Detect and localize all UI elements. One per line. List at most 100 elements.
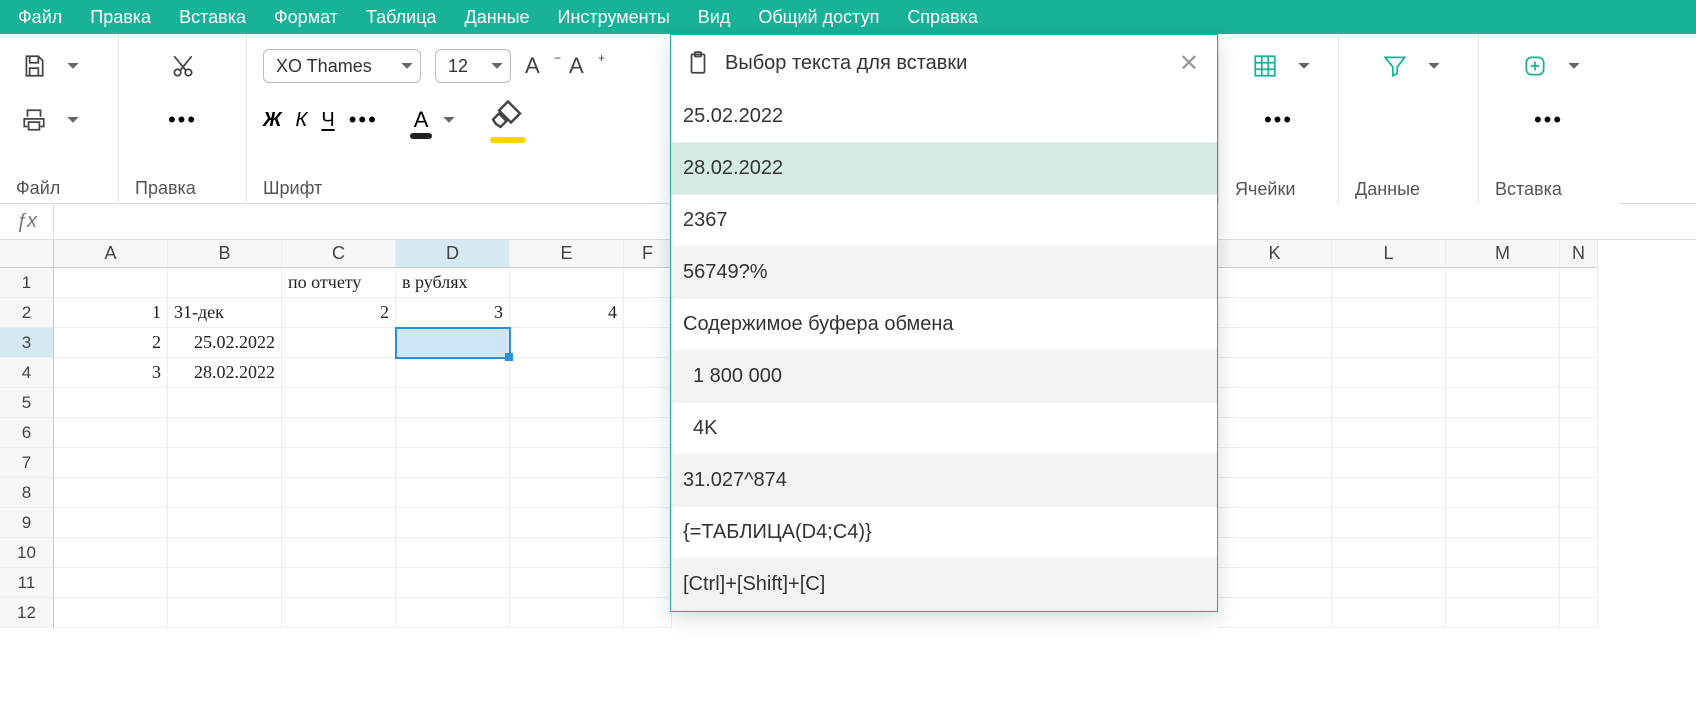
- font-color-dropdown[interactable]: [442, 113, 456, 127]
- cell-L2[interactable]: [1332, 298, 1446, 328]
- cell-L1[interactable]: [1332, 268, 1446, 298]
- font-decrease-button[interactable]: A: [525, 53, 555, 79]
- cell-D10[interactable]: [396, 538, 510, 568]
- print-button[interactable]: [16, 102, 52, 138]
- italic-button[interactable]: К: [296, 109, 308, 132]
- fx-icon[interactable]: ƒx: [0, 204, 54, 239]
- cell-N9[interactable]: [1560, 508, 1598, 538]
- cell-L6[interactable]: [1332, 418, 1446, 448]
- col-header-B[interactable]: B: [168, 240, 282, 268]
- save-button[interactable]: [16, 48, 52, 84]
- cell-K12[interactable]: [1218, 598, 1332, 628]
- cell-M11[interactable]: [1446, 568, 1560, 598]
- cell-B6[interactable]: [168, 418, 282, 448]
- cell-N4[interactable]: [1560, 358, 1598, 388]
- cell-K2[interactable]: [1218, 298, 1332, 328]
- cell-F10[interactable]: [624, 538, 672, 568]
- cell-D1[interactable]: в рублях: [396, 268, 510, 298]
- cell-L9[interactable]: [1332, 508, 1446, 538]
- cell-N5[interactable]: [1560, 388, 1598, 418]
- cell-E10[interactable]: [510, 538, 624, 568]
- cell-L7[interactable]: [1332, 448, 1446, 478]
- paste-item-1[interactable]: 28.02.2022: [671, 143, 1217, 195]
- cell-D12[interactable]: [396, 598, 510, 628]
- paste-item-9[interactable]: [Ctrl]+[Shift]+[C]: [671, 559, 1217, 611]
- insert-more-button[interactable]: •••: [1534, 107, 1563, 133]
- cell-K9[interactable]: [1218, 508, 1332, 538]
- print-dropdown[interactable]: [66, 113, 80, 127]
- cell-M5[interactable]: [1446, 388, 1560, 418]
- cell-D3[interactable]: [396, 328, 510, 358]
- cells-more-button[interactable]: •••: [1264, 107, 1293, 133]
- cell-B9[interactable]: [168, 508, 282, 538]
- cell-A4[interactable]: 3: [54, 358, 168, 388]
- cell-E9[interactable]: [510, 508, 624, 538]
- cell-L4[interactable]: [1332, 358, 1446, 388]
- cut-button[interactable]: [165, 48, 201, 84]
- cell-M9[interactable]: [1446, 508, 1560, 538]
- cell-C3[interactable]: [282, 328, 396, 358]
- menu-format[interactable]: Формат: [260, 1, 352, 34]
- cell-N2[interactable]: [1560, 298, 1598, 328]
- cell-B12[interactable]: [168, 598, 282, 628]
- cell-A3[interactable]: 2: [54, 328, 168, 358]
- font-increase-button[interactable]: A: [569, 53, 599, 79]
- cell-L10[interactable]: [1332, 538, 1446, 568]
- save-dropdown[interactable]: [66, 59, 80, 73]
- paste-item-2[interactable]: 2367: [671, 195, 1217, 247]
- cell-N3[interactable]: [1560, 328, 1598, 358]
- cell-E5[interactable]: [510, 388, 624, 418]
- col-header-F[interactable]: F: [624, 240, 672, 268]
- row-header-8[interactable]: 8: [0, 478, 54, 508]
- col-header-A[interactable]: A: [54, 240, 168, 268]
- cell-E6[interactable]: [510, 418, 624, 448]
- cells-dropdown[interactable]: [1297, 59, 1311, 73]
- paste-item-3[interactable]: 56749?%: [671, 247, 1217, 299]
- paste-item-5[interactable]: 1 800 000: [671, 351, 1217, 403]
- row-header-1[interactable]: 1: [0, 268, 54, 298]
- font-color-button[interactable]: A: [414, 107, 429, 133]
- row-header-2[interactable]: 2: [0, 298, 54, 328]
- paste-item-6[interactable]: 4K: [671, 403, 1217, 455]
- cell-M2[interactable]: [1446, 298, 1560, 328]
- underline-button[interactable]: Ч: [321, 109, 334, 132]
- cell-A6[interactable]: [54, 418, 168, 448]
- edit-more-button[interactable]: •••: [168, 107, 197, 133]
- cell-N1[interactable]: [1560, 268, 1598, 298]
- cell-B11[interactable]: [168, 568, 282, 598]
- row-header-5[interactable]: 5: [0, 388, 54, 418]
- font-family-select[interactable]: XO Thames: [263, 49, 421, 83]
- menu-share[interactable]: Общий доступ: [744, 1, 893, 34]
- cell-F1[interactable]: [624, 268, 672, 298]
- cell-K8[interactable]: [1218, 478, 1332, 508]
- cell-N6[interactable]: [1560, 418, 1598, 448]
- cell-C8[interactable]: [282, 478, 396, 508]
- cell-F4[interactable]: [624, 358, 672, 388]
- cell-F5[interactable]: [624, 388, 672, 418]
- cell-B7[interactable]: [168, 448, 282, 478]
- menu-table[interactable]: Таблица: [352, 1, 451, 34]
- cell-F11[interactable]: [624, 568, 672, 598]
- row-header-10[interactable]: 10: [0, 538, 54, 568]
- cell-M3[interactable]: [1446, 328, 1560, 358]
- bold-button[interactable]: Ж: [263, 109, 282, 132]
- cell-A10[interactable]: [54, 538, 168, 568]
- menu-insert[interactable]: Вставка: [165, 1, 260, 34]
- cell-B8[interactable]: [168, 478, 282, 508]
- font-size-select[interactable]: 12: [435, 49, 511, 83]
- cell-D2[interactable]: 3: [396, 298, 510, 328]
- cell-N8[interactable]: [1560, 478, 1598, 508]
- cell-F3[interactable]: [624, 328, 672, 358]
- row-header-3[interactable]: 3: [0, 328, 54, 358]
- cell-C2[interactable]: 2: [282, 298, 396, 328]
- cell-B4[interactable]: 28.02.2022: [168, 358, 282, 388]
- cell-M8[interactable]: [1446, 478, 1560, 508]
- menu-file[interactable]: Файл: [4, 1, 76, 34]
- cell-K6[interactable]: [1218, 418, 1332, 448]
- paste-item-7[interactable]: 31.027^874: [671, 455, 1217, 507]
- cell-C6[interactable]: [282, 418, 396, 448]
- cell-F12[interactable]: [624, 598, 672, 628]
- menu-view[interactable]: Вид: [684, 1, 745, 34]
- row-header-7[interactable]: 7: [0, 448, 54, 478]
- cell-E12[interactable]: [510, 598, 624, 628]
